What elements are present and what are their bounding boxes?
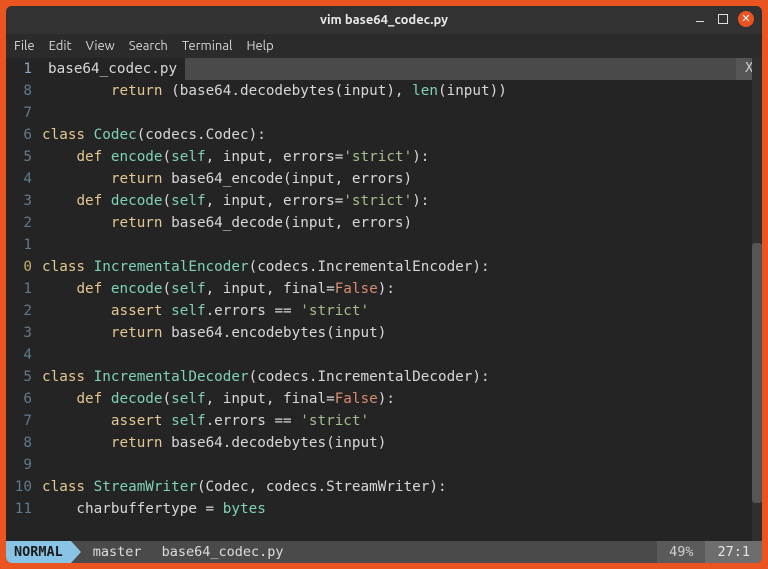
code-content[interactable] [42, 102, 762, 124]
code-line[interactable]: 1 def encode(self, input, final=False): [6, 278, 762, 300]
code-line[interactable]: 3 return base64.encodebytes(input) [6, 322, 762, 344]
code-content[interactable]: assert self.errors == 'strict' [42, 300, 762, 322]
status-position: 27:1 [705, 541, 762, 563]
code-content[interactable]: def encode(self, input, errors='strict')… [42, 146, 762, 168]
code-line[interactable]: 7 assert self.errors == 'strict' [6, 410, 762, 432]
line-number: 5 [6, 146, 42, 168]
code-content[interactable]: return base64_decode(input, errors) [42, 212, 762, 234]
code-content[interactable]: return base64_encode(input, errors) [42, 168, 762, 190]
scrollbar-track[interactable] [752, 58, 762, 541]
code-line[interactable]: 10class StreamWriter(Codec, codecs.Strea… [6, 476, 762, 498]
menubar: File Edit View Search Terminal Help [6, 34, 762, 58]
code-content[interactable]: return base64.encodebytes(input) [42, 322, 762, 344]
buffer-number: 1 [6, 58, 42, 80]
code-content[interactable] [42, 234, 762, 256]
code-content[interactable]: class StreamWriter(Codec, codecs.StreamW… [42, 476, 762, 498]
minimize-icon[interactable] [692, 11, 708, 27]
code-content[interactable]: def decode(self, input, errors='strict')… [42, 190, 762, 212]
code-content[interactable]: class IncrementalDecoder(codecs.Incremen… [42, 366, 762, 388]
status-percent: 49% [657, 541, 705, 563]
code-line[interactable]: 2 assert self.errors == 'strict' [6, 300, 762, 322]
code-line[interactable]: 3 def decode(self, input, errors='strict… [6, 190, 762, 212]
status-separator-icon [71, 541, 81, 563]
titlebar[interactable]: vim base64_codec.py ✕ [6, 6, 762, 34]
buffer-name[interactable]: base64_codec.py [42, 58, 177, 80]
code-line[interactable]: 5 def encode(self, input, errors='strict… [6, 146, 762, 168]
code-content[interactable]: return (base64.decodebytes(input), len(i… [42, 80, 762, 102]
line-number: 2 [6, 212, 42, 234]
status-mode: NORMAL [6, 541, 71, 563]
status-branch: master [81, 544, 154, 560]
code-line[interactable]: 2 return base64_decode(input, errors) [6, 212, 762, 234]
code-line[interactable]: 9 [6, 454, 762, 476]
close-icon[interactable]: ✕ [738, 11, 754, 27]
terminal-window: vim base64_codec.py ✕ File Edit View Sea… [6, 6, 762, 563]
menu-help[interactable]: Help [246, 39, 273, 53]
line-number: 8 [6, 432, 42, 454]
code-content[interactable]: class IncrementalEncoder(codecs.Incremen… [42, 256, 762, 278]
code-line[interactable]: 6class Codec(codecs.Codec): [6, 124, 762, 146]
line-number: 11 [6, 498, 42, 520]
code-content[interactable]: charbuffertype = bytes [42, 498, 762, 520]
code-line[interactable]: 11 charbuffertype = bytes [6, 498, 762, 520]
status-file: base64_codec.py [154, 544, 292, 560]
code-content[interactable]: def decode(self, input, final=False): [42, 388, 762, 410]
line-number: 9 [6, 454, 42, 476]
line-number: 1 [6, 234, 42, 256]
menu-search[interactable]: Search [129, 39, 168, 53]
code-content[interactable]: class Codec(codecs.Codec): [42, 124, 762, 146]
line-number: 2 [6, 300, 42, 322]
statusline: NORMAL master base64_codec.py 49% 27:1 [6, 541, 762, 563]
code-content[interactable]: return base64.decodebytes(input) [42, 432, 762, 454]
code-line[interactable]: 1 [6, 234, 762, 256]
code-line[interactable]: 4 [6, 344, 762, 366]
menu-file[interactable]: File [14, 39, 35, 53]
line-number: 7 [6, 410, 42, 432]
line-number: 0 [6, 256, 42, 278]
line-number: 8 [6, 80, 42, 102]
editor-area[interactable]: 1 base64_codec.py X 8 return (base64.dec… [6, 58, 762, 541]
menu-view[interactable]: View [86, 39, 115, 53]
code-view[interactable]: 8 return (base64.decodebytes(input), len… [6, 80, 762, 541]
code-content[interactable] [42, 344, 762, 366]
line-number: 3 [6, 190, 42, 212]
code-line[interactable]: 0class IncrementalEncoder(codecs.Increme… [6, 256, 762, 278]
line-number: 5 [6, 366, 42, 388]
line-number: 6 [6, 124, 42, 146]
code-line[interactable]: 8 return base64.decodebytes(input) [6, 432, 762, 454]
code-line[interactable]: 7 [6, 102, 762, 124]
code-content[interactable]: def encode(self, input, final=False): [42, 278, 762, 300]
line-number: 6 [6, 388, 42, 410]
bufferline: 1 base64_codec.py X [6, 58, 762, 80]
window-controls: ✕ [692, 11, 754, 27]
code-line[interactable]: 5class IncrementalDecoder(codecs.Increme… [6, 366, 762, 388]
line-number: 10 [6, 476, 42, 498]
line-number: 4 [6, 344, 42, 366]
line-number: 7 [6, 102, 42, 124]
line-number: 3 [6, 322, 42, 344]
code-line[interactable]: 4 return base64_encode(input, errors) [6, 168, 762, 190]
line-number: 4 [6, 168, 42, 190]
menu-edit[interactable]: Edit [49, 39, 72, 53]
menu-terminal[interactable]: Terminal [182, 39, 233, 53]
maximize-icon[interactable] [718, 14, 728, 24]
window-title: vim base64_codec.py [320, 13, 448, 27]
scrollbar-thumb[interactable] [752, 243, 762, 503]
code-line[interactable]: 6 def decode(self, input, final=False): [6, 388, 762, 410]
code-content[interactable]: assert self.errors == 'strict' [42, 410, 762, 432]
line-number: 1 [6, 278, 42, 300]
code-content[interactable] [42, 454, 762, 476]
bufferline-fill [185, 58, 736, 80]
code-line[interactable]: 8 return (base64.decodebytes(input), len… [6, 80, 762, 102]
